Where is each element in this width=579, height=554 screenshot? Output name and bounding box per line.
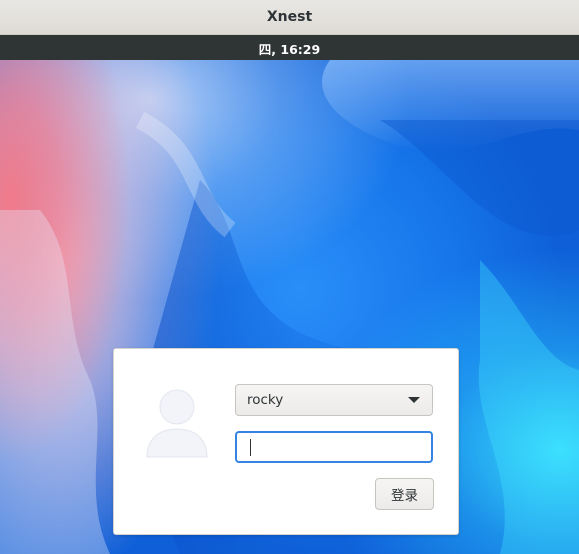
window-titlebar[interactable]: Xnest: [0, 0, 579, 35]
username-label: rocky: [247, 392, 284, 408]
login-dialog: rocky 登录: [113, 348, 459, 535]
text-cursor: [250, 439, 251, 456]
password-input[interactable]: [235, 431, 433, 463]
window-title: Xnest: [266, 9, 313, 25]
user-avatar-icon: [146, 389, 208, 458]
clock[interactable]: 四, 16:29: [259, 38, 320, 58]
top-panel: 四, 16:29: [0, 35, 579, 60]
chevron-down-icon[interactable]: [408, 397, 420, 403]
login-button[interactable]: 登录: [375, 478, 434, 510]
user-select[interactable]: rocky: [235, 384, 433, 416]
